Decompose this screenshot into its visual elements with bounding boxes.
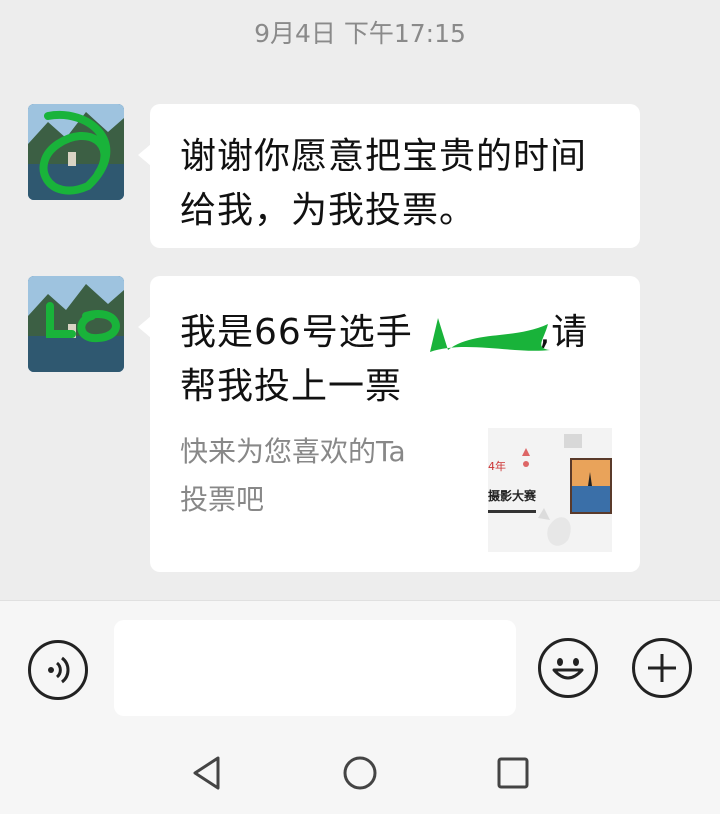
thumbnail-text-top: 4年: [488, 459, 506, 473]
voice-icon: [48, 656, 70, 684]
link-card-description-line-1: 快来为您喜欢的Ta: [180, 435, 406, 468]
message-text-line-2: 给我，为我投票。: [180, 190, 477, 231]
link-card-description-line-2: 投票吧: [180, 483, 265, 516]
contact-avatar[interactable]: [28, 104, 124, 200]
smile-emoji-icon: [552, 658, 584, 680]
nav-back-button[interactable]: [190, 755, 224, 795]
avatar-photo: [28, 276, 124, 372]
message-text-line-1: 谢谢你愿意把宝贵的时间: [180, 136, 588, 177]
name-redaction-mark: [430, 318, 550, 352]
message-timestamp: 9月4日 下午17:15: [254, 19, 466, 48]
link-card-title-line-1: 我是66号选手 ,请: [180, 306, 612, 360]
avatar-photo: [28, 104, 124, 200]
link-card-thumbnail: 4年 摄影大赛: [488, 428, 612, 552]
nav-home-button[interactable]: [342, 755, 378, 795]
link-card-body: 快来为您喜欢的Ta 投票吧 4年 摄影大赛: [180, 428, 612, 558]
thumbnail-text-main: 摄影大赛: [488, 488, 537, 503]
thumbnail-poster-image: 4年 摄影大赛: [488, 428, 612, 552]
contact-avatar[interactable]: [28, 276, 124, 372]
message-text-input[interactable]: [114, 620, 516, 716]
message-bubble[interactable]: 谢谢你愿意把宝贵的时间 给我，为我投票。: [138, 104, 640, 248]
emoji-button[interactable]: [538, 638, 598, 698]
square-recents-icon: [497, 757, 529, 789]
circle-home-icon: [343, 756, 377, 790]
plus-icon: [648, 654, 676, 682]
more-actions-button[interactable]: [632, 638, 692, 698]
link-card-bubble[interactable]: 我是66号选手 ,请 帮我投上一票 快来为您喜欢的Ta 投票吧 4年 摄影大赛: [138, 276, 640, 572]
link-card-title-prefix: 我是66号选手: [180, 312, 413, 353]
voice-input-button[interactable]: [28, 640, 88, 700]
link-card-description: 快来为您喜欢的Ta 投票吧: [180, 428, 460, 524]
triangle-back-icon: [193, 756, 220, 790]
nav-recents-button[interactable]: [496, 755, 530, 795]
link-card-title-line-2: 帮我投上一票: [180, 366, 403, 407]
